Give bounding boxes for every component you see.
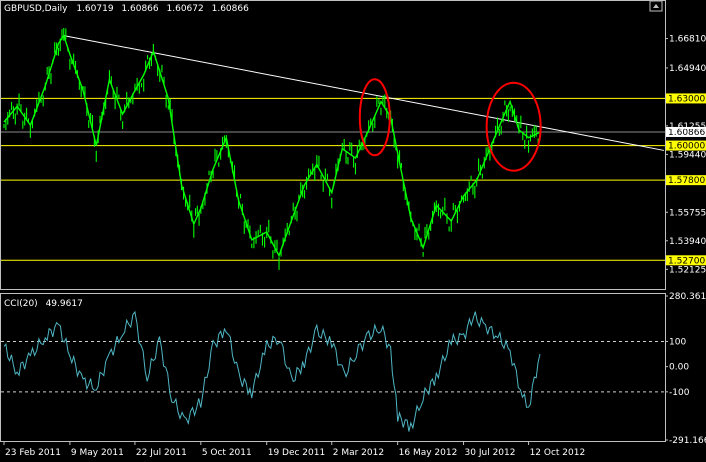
cci-name: CCI(20) xyxy=(4,299,38,309)
cci-tick-label: 100 xyxy=(669,337,686,347)
chart-window: 1.630001.600001.578001.527001.608661.668… xyxy=(0,0,706,462)
date-tick-label: 12 Oct 2012 xyxy=(530,448,586,458)
cci-value: 49.9617 xyxy=(46,299,83,309)
date-tick-label: 2 Mar 2012 xyxy=(333,448,384,458)
date-tick-label: 23 Feb 2011 xyxy=(5,448,61,458)
chart-background xyxy=(0,0,706,462)
date-tick-label: 19 Dec 2011 xyxy=(268,448,326,458)
price-tick-label: 1.55755 xyxy=(669,208,706,218)
date-tick-label: 16 May 2012 xyxy=(399,448,458,458)
high-value: 1.60866 xyxy=(121,4,158,14)
price-tick-label: 1.61255 xyxy=(669,122,706,132)
price-axis: 1.630001.600001.578001.527001.608661.668… xyxy=(665,35,706,275)
date-tick-label: 5 Oct 2011 xyxy=(202,448,252,458)
maximize-icon[interactable] xyxy=(649,0,663,12)
price-tick-label: 1.64940 xyxy=(669,64,706,74)
date-tick-label: 22 Jul 2011 xyxy=(136,448,187,458)
date-tick-label: 30 Jul 2012 xyxy=(465,448,516,458)
cci-tick-label: 0.00 xyxy=(669,363,689,373)
price-tick-label: 1.59440 xyxy=(669,150,706,160)
cci-tick-label: -291.166 xyxy=(669,436,706,446)
symbol-label: GBPUSD,Daily xyxy=(4,4,68,14)
price-tick-label: 1.52125 xyxy=(669,265,706,275)
close-value: 1.60866 xyxy=(212,4,249,14)
cci-tick-label: -100 xyxy=(669,388,690,398)
level-label: 1.63000 xyxy=(668,94,705,104)
low-value: 1.60672 xyxy=(167,4,204,14)
cci-tick-label: 280.3617 xyxy=(669,292,706,302)
level-label: 1.57800 xyxy=(668,176,705,186)
price-header: GBPUSD,Daily 1.60719 1.60866 1.60672 1.6… xyxy=(4,4,249,14)
open-value: 1.60719 xyxy=(76,4,113,14)
date-tick-label: 9 May 2011 xyxy=(71,448,124,458)
price-tick-label: 1.66810 xyxy=(669,35,706,45)
price-tick-label: 1.53940 xyxy=(669,237,706,247)
